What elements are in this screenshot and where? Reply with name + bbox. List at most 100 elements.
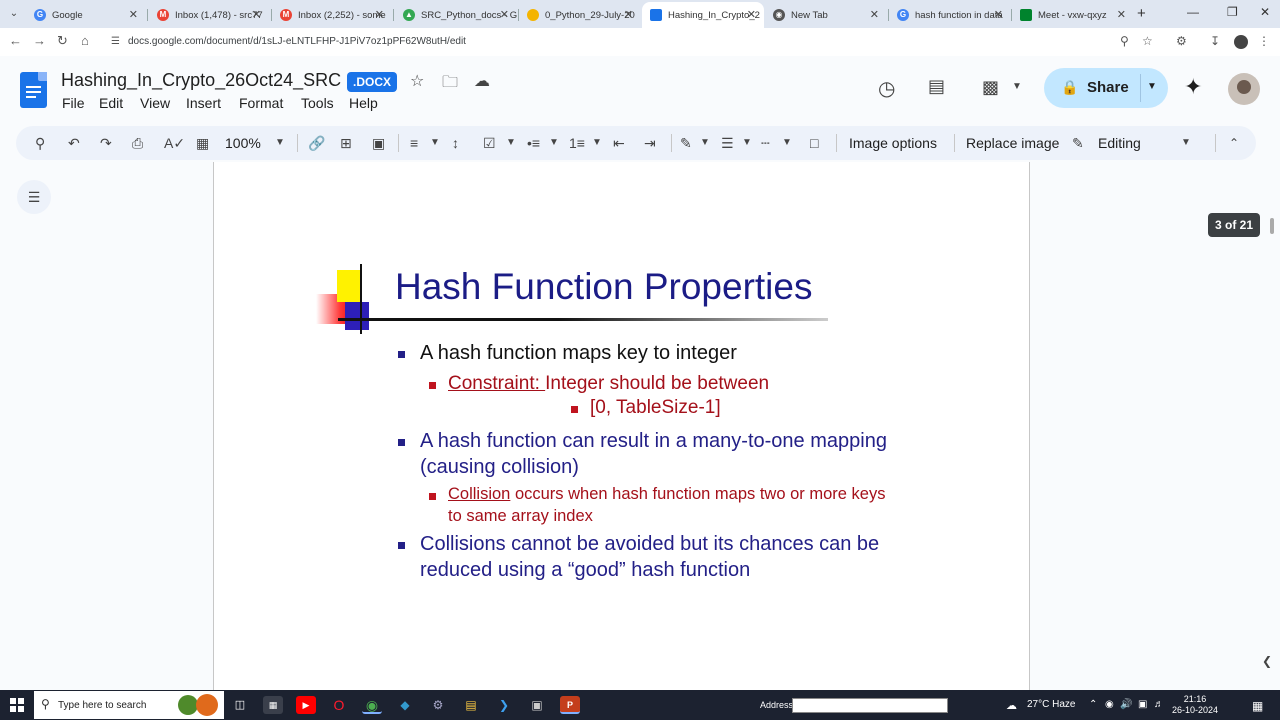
weather-icon[interactable]: ☁ <box>1006 699 1017 712</box>
expand-side-panel-chevron-icon[interactable]: ❮ <box>1262 654 1272 668</box>
browser-profile-avatar[interactable] <box>1234 35 1248 49</box>
border-weight-icon[interactable]: ☰ <box>721 134 734 152</box>
network-icon[interactable]: ▣ <box>1138 699 1147 710</box>
close-icon[interactable]: ✕ <box>375 8 384 21</box>
chevron-down-icon[interactable]: ▼ <box>742 134 752 152</box>
share-dropdown-icon[interactable]: ▼ <box>1147 81 1157 92</box>
tab-new-tab[interactable]: ◉ New Tab ✕ <box>765 2 887 28</box>
cloud-status-icon[interactable]: ☁ <box>474 71 490 91</box>
restore-icon[interactable]: ❐ <box>1227 5 1238 19</box>
minimize-icon[interactable]: — <box>1187 5 1199 19</box>
reload-icon[interactable]: ↻ <box>57 33 68 49</box>
app-icon[interactable]: ▣ <box>527 696 547 714</box>
file-explorer-icon[interactable]: ▤ <box>461 696 481 714</box>
scrollbar[interactable] <box>1270 218 1274 234</box>
back-arrow-icon[interactable]: ← <box>9 33 22 48</box>
close-icon[interactable]: ✕ <box>252 8 261 21</box>
opera-icon[interactable]: O <box>329 696 349 714</box>
tab-search-chevron-icon[interactable]: ⌄ <box>6 6 22 22</box>
new-tab-plus-icon[interactable]: + <box>1137 5 1146 22</box>
windows-start-icon[interactable] <box>10 698 24 712</box>
site-info-icon[interactable]: ☰ <box>111 36 120 47</box>
store-icon[interactable]: ▦ <box>263 696 283 714</box>
notifications-icon[interactable]: ▦ <box>1252 699 1263 713</box>
chrome-icon[interactable]: ◉ <box>362 696 382 714</box>
redo-icon[interactable]: ↷ <box>100 134 112 152</box>
download-icon[interactable]: ↧ <box>1210 34 1220 48</box>
menu-view[interactable]: View <box>140 95 170 111</box>
home-icon[interactable]: ⌂ <box>81 33 89 48</box>
close-icon[interactable]: ✕ <box>129 8 138 21</box>
gemini-sparkle-icon[interactable]: ✦ <box>1184 76 1202 98</box>
move-folder-icon[interactable]: 🗀 <box>442 71 458 98</box>
forward-arrow-icon[interactable]: → <box>33 33 46 48</box>
crop-icon[interactable]: □ <box>810 134 818 152</box>
undo-icon[interactable]: ↶ <box>68 134 80 152</box>
close-icon[interactable]: ✕ <box>994 8 1003 21</box>
document-page[interactable]: Hash Function Properties A hash function… <box>213 162 1030 690</box>
tab-gmail-inbox-2[interactable]: M Inbox (2,252) - some ✕ <box>272 2 392 28</box>
constraint-link[interactable]: Constraint: <box>448 373 545 394</box>
insert-image-icon[interactable]: ▣ <box>372 134 385 152</box>
chevron-down-icon[interactable]: ▼ <box>700 134 710 152</box>
powerpoint-icon[interactable]: P <box>560 696 580 714</box>
decrease-indent-icon[interactable]: ⇤ <box>613 134 625 152</box>
menu-insert[interactable]: Insert <box>186 95 221 111</box>
app-icon[interactable]: ◆ <box>395 696 415 714</box>
task-view-icon[interactable]: ◫ <box>230 696 250 714</box>
link-icon[interactable]: 🔗 <box>308 134 325 152</box>
speaker-icon[interactable]: ♬ <box>1154 699 1164 710</box>
chevron-down-icon[interactable]: ▼ <box>506 134 516 152</box>
chevron-down-icon[interactable]: ▼ <box>592 134 602 152</box>
tab-google[interactable]: G Google ✕ <box>26 2 146 28</box>
close-icon[interactable]: ✕ <box>500 8 509 21</box>
chevron-up-icon[interactable]: ⌃ <box>1089 699 1097 710</box>
paint-format-icon[interactable]: ▦ <box>196 134 209 152</box>
star-icon[interactable]: ☆ <box>410 71 424 91</box>
collapse-menus-chevron-up-icon[interactable]: ⌃ <box>1229 134 1239 152</box>
avatar[interactable] <box>1228 73 1260 105</box>
zoom-icon[interactable]: ⚲ <box>1120 34 1129 48</box>
line-spacing-icon[interactable]: ↕ <box>452 134 459 152</box>
tray-icon[interactable]: ◉ <box>1105 699 1114 710</box>
add-comment-icon[interactable]: ⊞ <box>340 134 352 152</box>
share-button[interactable]: 🔒 Share ▼ <box>1044 68 1168 108</box>
collision-link[interactable]: Collision <box>448 485 510 503</box>
align-icon[interactable]: ≡ <box>410 134 418 152</box>
menu-format[interactable]: Format <box>239 95 283 111</box>
close-icon[interactable]: ✕ <box>747 8 756 21</box>
close-icon[interactable]: ✕ <box>624 8 633 21</box>
taskbar-search-box[interactable]: ⚲ Type here to search <box>34 691 224 719</box>
chevron-down-icon[interactable]: ▼ <box>1012 81 1022 92</box>
close-icon[interactable]: ✕ <box>870 8 879 21</box>
vscode-icon[interactable]: ❯ <box>494 696 514 714</box>
chevron-down-icon[interactable]: ▼ <box>430 134 440 152</box>
bulleted-list-icon[interactable]: •≡ <box>527 134 540 152</box>
menu-file[interactable]: File <box>62 95 85 111</box>
tab-meet[interactable]: Meet - vxw-qxyz ✕ <box>1012 2 1134 28</box>
weather-text[interactable]: 27°C Haze <box>1027 699 1075 710</box>
border-dash-icon[interactable]: ┄ <box>761 134 769 152</box>
editing-mode-select[interactable]: Editing <box>1098 134 1141 152</box>
spellcheck-icon[interactable]: A✓ <box>164 134 185 152</box>
chevron-down-icon[interactable]: ▼ <box>1181 134 1191 152</box>
more-menu-icon[interactable]: ⋮ <box>1258 34 1270 48</box>
border-color-pen-icon[interactable]: ✎ <box>680 134 692 152</box>
document-outline-icon[interactable]: ☰ <box>17 180 51 214</box>
chevron-down-icon[interactable]: ▼ <box>275 134 285 152</box>
chevron-down-icon[interactable]: ▼ <box>782 134 792 152</box>
tab-gmail-inbox-1[interactable]: M Inbox (1,478) - src77 ✕ <box>149 2 269 28</box>
volume-icon[interactable]: 🔊 <box>1120 699 1132 710</box>
print-icon[interactable]: ⎙ <box>132 134 143 152</box>
menu-edit[interactable]: Edit <box>99 95 123 111</box>
increase-indent-icon[interactable]: ⇥ <box>644 134 656 152</box>
docs-logo-icon[interactable] <box>20 72 47 108</box>
chevron-down-icon[interactable]: ▼ <box>549 134 559 152</box>
taskbar-clock[interactable]: 21:16 26-10-2024 <box>1172 694 1218 716</box>
document-title[interactable]: Hashing_In_Crypto_26Oct24_SRC <box>61 70 341 91</box>
menu-tools[interactable]: Tools <box>301 95 334 111</box>
search-menus-icon[interactable]: ⚲ <box>35 134 45 152</box>
menu-help[interactable]: Help <box>349 95 378 111</box>
url-text[interactable]: docs.google.com/document/d/1sLJ-eLNTLFHP… <box>128 36 466 47</box>
replace-image-button[interactable]: Replace image <box>966 134 1059 152</box>
